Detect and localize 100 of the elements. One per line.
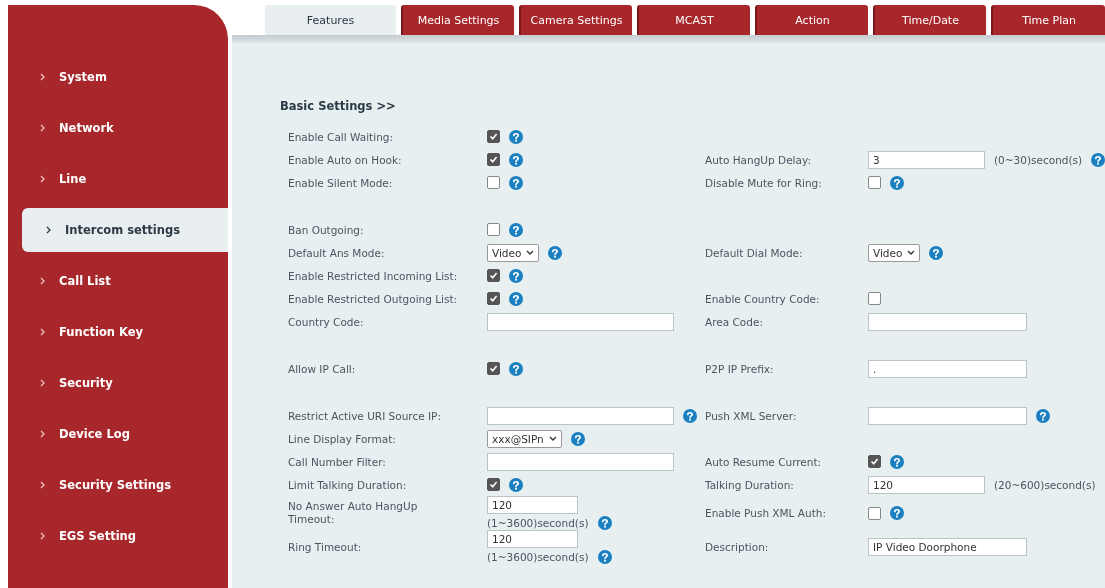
text-field[interactable] bbox=[868, 406, 1027, 425]
sidebar-item[interactable]: Intercom settings bbox=[22, 208, 228, 252]
field-label: Enable Country Code: bbox=[705, 292, 821, 305]
tab[interactable]: Time/Date bbox=[873, 5, 986, 35]
help-icon[interactable] bbox=[929, 245, 944, 260]
field-label: Talking Duration: bbox=[705, 478, 795, 491]
field-label: Enable Call Waiting: bbox=[288, 130, 394, 143]
tab[interactable]: Media Settings bbox=[401, 5, 514, 35]
help-icon[interactable] bbox=[597, 516, 612, 530]
help-icon[interactable] bbox=[1091, 152, 1105, 167]
checkbox[interactable] bbox=[868, 292, 881, 305]
tab[interactable]: MCAST bbox=[637, 5, 750, 35]
field-label: Ring Timeout: bbox=[288, 540, 363, 554]
field-label: Auto HangUp Delay: bbox=[705, 153, 812, 166]
chevron-icon bbox=[40, 277, 45, 285]
caret-icon bbox=[907, 250, 916, 255]
field-label: Area Code: bbox=[705, 315, 764, 328]
unit-label: (20~600)second(s) bbox=[994, 478, 1096, 491]
checkbox[interactable] bbox=[487, 153, 500, 166]
tab[interactable]: Time Plan bbox=[991, 5, 1105, 35]
help-icon[interactable] bbox=[570, 431, 585, 446]
field-label: Enable Restricted Incoming List: bbox=[288, 269, 459, 282]
unit-label: (1~3600)second(s) bbox=[487, 517, 589, 529]
field-label: No Answer Auto HangUp Timeout: bbox=[288, 500, 419, 526]
help-icon[interactable] bbox=[509, 129, 523, 144]
tab[interactable]: Features bbox=[265, 5, 396, 35]
tab[interactable]: Action bbox=[755, 5, 868, 35]
checkbox[interactable] bbox=[487, 478, 500, 491]
field-label: Limit Talking Duration: bbox=[288, 478, 408, 491]
field-label: Ban Outgoing: bbox=[288, 223, 365, 236]
sidebar-item[interactable]: System bbox=[22, 57, 228, 97]
chevron-icon bbox=[40, 532, 45, 540]
chevron-icon bbox=[40, 481, 45, 489]
field-label: Default Dial Mode: bbox=[705, 246, 804, 259]
checkbox[interactable] bbox=[868, 176, 881, 189]
section-title: Basic Settings >> bbox=[280, 99, 397, 113]
field-label: Description: bbox=[705, 541, 770, 553]
help-icon[interactable] bbox=[890, 506, 904, 520]
field-label: Allow IP Call: bbox=[288, 362, 357, 375]
field-label: Push XML Server: bbox=[705, 409, 798, 422]
field-label: P2P IP Prefix: bbox=[705, 362, 775, 375]
help-icon[interactable] bbox=[509, 268, 523, 283]
sidebar-item[interactable]: Network bbox=[22, 108, 228, 148]
checkbox[interactable] bbox=[487, 130, 500, 143]
field-label: Default Ans Mode: bbox=[288, 246, 386, 259]
checkbox[interactable] bbox=[868, 455, 881, 468]
sidebar-item[interactable]: Security bbox=[22, 363, 228, 403]
help-icon[interactable] bbox=[890, 175, 904, 190]
help-icon[interactable] bbox=[683, 408, 697, 423]
text-field[interactable]: 120 bbox=[487, 530, 578, 548]
help-icon[interactable] bbox=[509, 361, 523, 376]
unit-label: (1~3600)second(s) bbox=[487, 551, 589, 563]
text-field[interactable] bbox=[868, 312, 1027, 331]
sidebar-item[interactable]: Function Key bbox=[22, 312, 228, 352]
checkbox[interactable] bbox=[487, 269, 500, 282]
help-icon[interactable] bbox=[597, 550, 612, 564]
dropdown[interactable]: Video bbox=[868, 243, 921, 262]
chevron-icon bbox=[46, 226, 51, 234]
help-icon[interactable] bbox=[509, 291, 523, 306]
text-field[interactable]: IP Video Doorphone bbox=[868, 538, 1027, 556]
text-field[interactable]: . bbox=[868, 359, 1027, 378]
field-label: Enable Auto on Hook: bbox=[288, 153, 403, 166]
help-icon[interactable] bbox=[509, 175, 523, 190]
text-field[interactable]: 120 bbox=[487, 496, 578, 514]
checkbox[interactable] bbox=[487, 292, 500, 305]
chevron-icon bbox=[40, 430, 45, 438]
field-label: Call Number Filter: bbox=[288, 455, 387, 468]
help-icon[interactable] bbox=[509, 222, 523, 237]
sidebar-item[interactable]: Security Settings bbox=[22, 465, 228, 505]
help-icon[interactable] bbox=[1036, 408, 1050, 423]
checkbox[interactable] bbox=[487, 362, 500, 375]
sidebar-item[interactable]: Line bbox=[22, 159, 228, 199]
sidebar-item[interactable]: EGS Setting bbox=[22, 516, 228, 556]
field-label: Auto Resume Current: bbox=[705, 455, 823, 468]
help-icon[interactable] bbox=[509, 152, 523, 167]
tab[interactable]: Camera Settings bbox=[519, 5, 632, 35]
field-label: Enable Restricted Outgoing List: bbox=[288, 292, 459, 305]
text-field[interactable]: 3 bbox=[868, 150, 985, 169]
checkbox[interactable] bbox=[868, 506, 881, 520]
field-label: Restrict Active URI Source IP: bbox=[288, 409, 442, 422]
text-field[interactable] bbox=[487, 312, 674, 331]
help-icon[interactable] bbox=[509, 477, 523, 492]
dropdown[interactable]: xxx@SIPn bbox=[487, 429, 562, 448]
field-label: Line Display Format: bbox=[288, 432, 397, 445]
help-icon[interactable] bbox=[548, 245, 563, 260]
text-field[interactable] bbox=[487, 406, 674, 425]
text-field[interactable] bbox=[487, 452, 674, 471]
field-label: Enable Push XML Auth: bbox=[705, 507, 827, 519]
checkbox[interactable] bbox=[487, 223, 500, 236]
chevron-icon bbox=[40, 73, 45, 81]
sidebar-item[interactable]: Call List bbox=[22, 261, 228, 301]
dropdown[interactable]: Video bbox=[487, 243, 540, 262]
checkbox[interactable] bbox=[487, 176, 500, 189]
help-icon[interactable] bbox=[890, 454, 904, 469]
chevron-icon bbox=[40, 175, 45, 183]
sidebar-item[interactable]: Device Log bbox=[22, 414, 228, 454]
caret-icon bbox=[548, 436, 557, 441]
chevron-icon bbox=[40, 124, 45, 132]
unit-label: (0~30)second(s) bbox=[994, 153, 1083, 166]
text-field[interactable]: 120 bbox=[868, 475, 985, 494]
